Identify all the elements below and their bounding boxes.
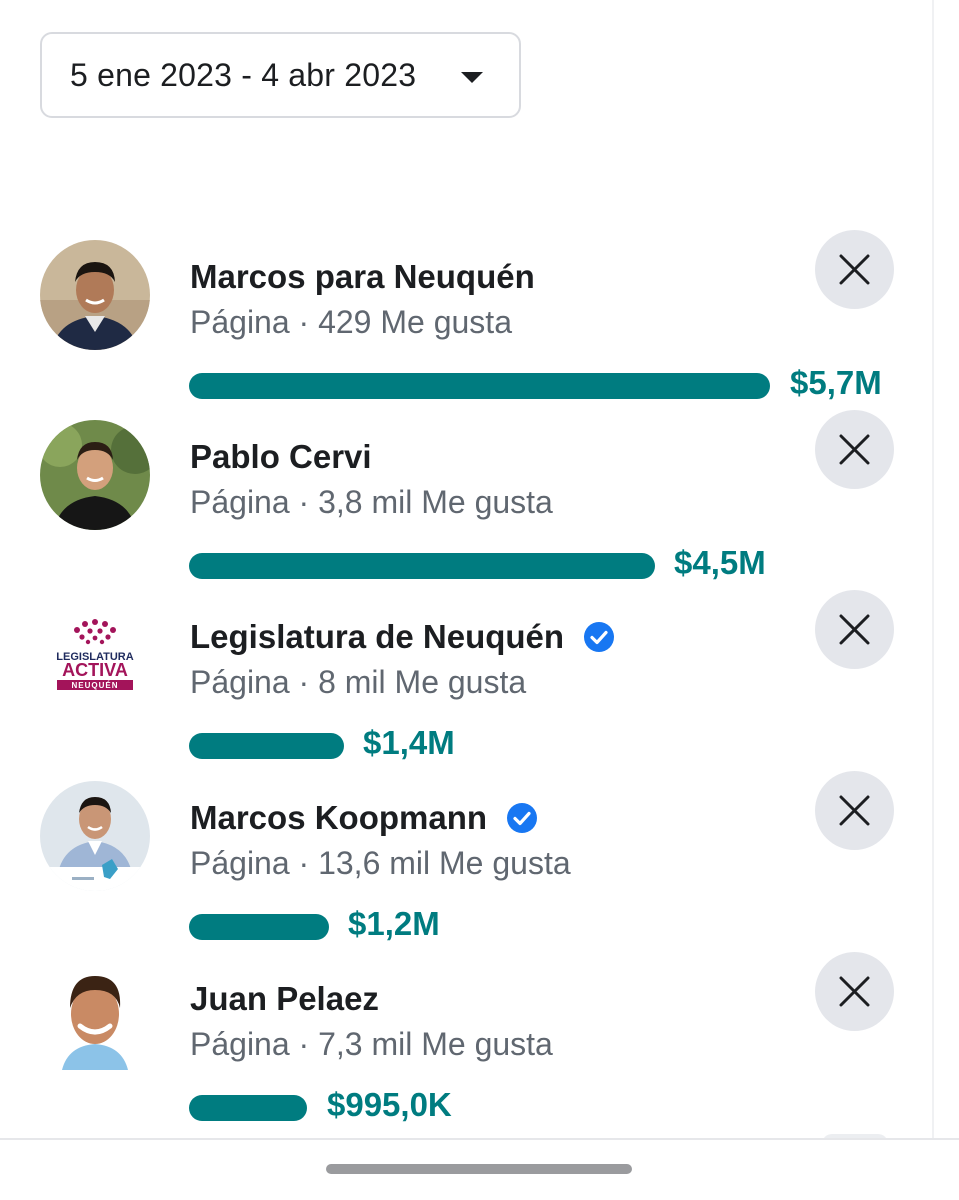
remove-button[interactable]: [815, 952, 894, 1031]
advertiser-meta: Página · 8 mil Me gusta: [190, 664, 527, 700]
spend-bar: [189, 733, 344, 759]
spend-amount: $4,5M: [674, 544, 766, 581]
spend-bar: [189, 914, 329, 940]
spend-bar: [189, 1095, 307, 1121]
close-icon: [839, 614, 870, 645]
advertiser-name[interactable]: Legislatura de Neuquén: [190, 618, 615, 656]
advertiser-meta: Página · 13,6 mil Me gusta: [190, 845, 571, 881]
close-icon: [839, 254, 870, 285]
advertiser-name[interactable]: Marcos para Neuquén: [190, 258, 535, 296]
spend-amount: $5,7M: [790, 364, 882, 401]
spend-bar: [189, 373, 770, 399]
advertiser-name[interactable]: Juan Pelaez: [190, 980, 379, 1018]
advertiser-name[interactable]: Marcos Koopmann: [190, 799, 538, 837]
spend-bar: [189, 553, 655, 579]
verified-badge-icon: [507, 803, 538, 833]
caret-down-icon: [461, 72, 483, 83]
date-range-dropdown[interactable]: 5 ene 2023 - 4 abr 2023: [40, 32, 521, 118]
legislatura-logo: LEGISLATURA ACTIVA NEUQUÉN: [40, 600, 150, 710]
close-icon: [839, 976, 870, 1007]
remove-button[interactable]: [815, 230, 894, 309]
remove-button[interactable]: [815, 590, 894, 669]
avatar: [40, 781, 150, 891]
system-nav-bar: [0, 1138, 959, 1200]
spend-amount: $1,2M: [348, 905, 440, 942]
avatar: [40, 962, 150, 1072]
verified-badge-icon: [584, 622, 615, 652]
advertiser-row[interactable]: LEGISLATURA ACTIVA NEUQUÉN Legislatura d…: [0, 590, 932, 780]
logo-line3: NEUQUÉN: [71, 681, 118, 690]
avatar: [40, 420, 150, 530]
date-range-label: 5 ene 2023 - 4 abr 2023: [70, 56, 417, 93]
spend-amount: $995,0K: [327, 1086, 452, 1123]
logo-line2: ACTIVA: [62, 660, 128, 680]
close-icon: [839, 795, 870, 826]
avatar: [40, 240, 150, 350]
remove-button[interactable]: [815, 771, 894, 850]
advertiser-meta: Página · 429 Me gusta: [190, 304, 512, 340]
right-divider: [932, 0, 934, 1140]
spend-amount: $1,4M: [363, 724, 455, 761]
advertiser-meta: Página · 3,8 mil Me gusta: [190, 484, 553, 520]
advertiser-meta: Página · 7,3 mil Me gusta: [190, 1026, 553, 1062]
advertiser-row[interactable]: Juan Pelaez Página · 7,3 mil Me gusta $9…: [0, 952, 932, 1142]
remove-button[interactable]: [815, 410, 894, 489]
advertiser-row[interactable]: Marcos Koopmann Página · 13,6 mil Me gus…: [0, 771, 932, 961]
advertiser-name[interactable]: Pablo Cervi: [190, 438, 372, 476]
home-indicator[interactable]: [326, 1164, 632, 1174]
advertiser-row[interactable]: Pablo Cervi Página · 3,8 mil Me gusta $4…: [0, 410, 932, 600]
advertiser-row[interactable]: Marcos para Neuquén Página · 429 Me gust…: [0, 230, 932, 420]
close-icon: [839, 434, 870, 465]
